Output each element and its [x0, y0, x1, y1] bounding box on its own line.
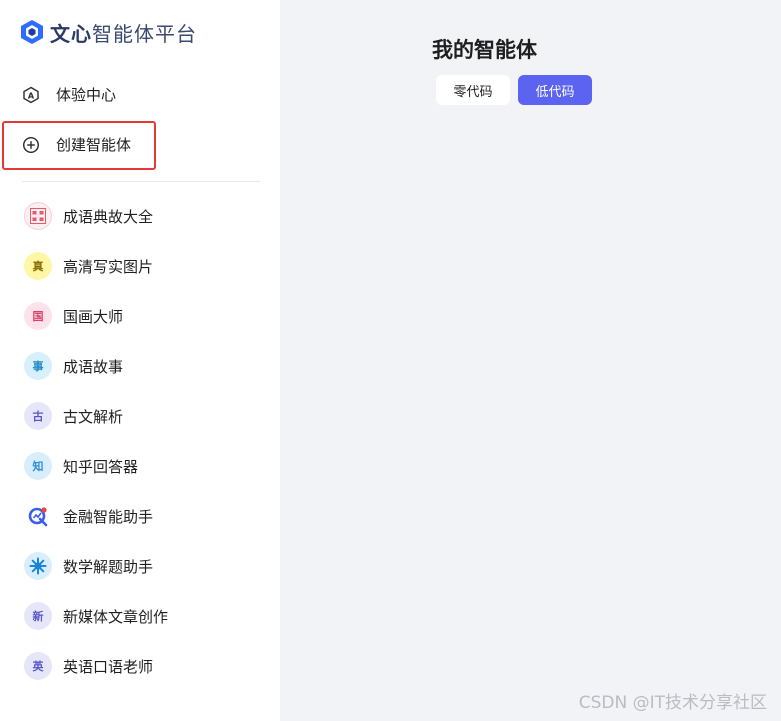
chinese-painting-icon: 国 [24, 302, 52, 330]
classical-text-icon: 古 [24, 402, 52, 430]
agent-item-label: 成语故事 [63, 357, 124, 376]
nav-experience-center[interactable]: A 体验中心 [22, 84, 116, 105]
nav-experience-center-label: 体验中心 [56, 86, 117, 104]
wenxin-logo-icon [21, 20, 43, 44]
agent-item-classical-text[interactable]: 古 古文解析 [24, 401, 123, 431]
agent-item-chinese-painting[interactable]: 国 国画大师 [24, 301, 123, 331]
svg-text:A: A [28, 91, 35, 100]
agent-item-label: 英语口语老师 [63, 657, 154, 676]
agent-item-zhihu-answer[interactable]: 知 知乎回答器 [24, 451, 138, 481]
idiom-seal-icon [24, 202, 52, 230]
math-solver-icon [24, 552, 52, 580]
agent-item-idiom-story[interactable]: 事 成语故事 [24, 351, 123, 381]
experience-center-icon: A [22, 86, 40, 104]
tab-low-code[interactable]: 低代码 [518, 75, 592, 105]
agent-item-new-media[interactable]: 新 新媒体文章创作 [24, 601, 168, 631]
agent-item-label: 新媒体文章创作 [63, 607, 169, 626]
english-teacher-icon: 英 [24, 652, 52, 680]
agent-item-label: 高清写实图片 [63, 257, 154, 276]
zhihu-answer-icon: 知 [24, 452, 52, 480]
agent-item-english-teacher[interactable]: 英 英语口语老师 [24, 651, 153, 681]
agent-item-math-solver[interactable]: 数学解题助手 [24, 551, 153, 581]
nav-create-agent[interactable]: 创建智能体 [22, 134, 131, 155]
agent-item-label: 古文解析 [63, 407, 124, 426]
page-title: 我的智能体 [432, 38, 537, 62]
tab-zero-code[interactable]: 零代码 [436, 75, 510, 105]
agent-item-label: 金融智能助手 [63, 507, 154, 526]
finance-assistant-icon [24, 502, 52, 530]
nav-create-agent-label: 创建智能体 [56, 136, 132, 154]
agent-item-label: 成语典故大全 [63, 207, 154, 226]
agent-item-label: 知乎回答器 [63, 457, 139, 476]
plus-circle-icon [22, 136, 40, 154]
agent-item-label: 数学解题助手 [63, 557, 154, 576]
logo-brand: 文心 [50, 21, 92, 46]
sidebar: 文心 智能体平台 A 体验中心 创建智能体 成语典故大全 真 高清写实图片 国 … [0, 0, 280, 721]
agent-item-realistic-image[interactable]: 真 高清写实图片 [24, 251, 153, 281]
agent-item-idiom-allusions[interactable]: 成语典故大全 [24, 201, 153, 231]
logo[interactable]: 文心 智能体平台 [20, 16, 197, 48]
new-media-icon: 新 [24, 602, 52, 630]
watermark: CSDN @IT技术分享社区 [578, 693, 767, 713]
agent-item-label: 国画大师 [63, 307, 124, 326]
idiom-story-icon: 事 [24, 352, 52, 380]
sidebar-divider [22, 181, 260, 182]
realistic-image-icon: 真 [24, 252, 52, 280]
logo-platform-name: 智能体平台 [92, 21, 197, 46]
agent-item-finance-assistant[interactable]: 金融智能助手 [24, 501, 153, 531]
